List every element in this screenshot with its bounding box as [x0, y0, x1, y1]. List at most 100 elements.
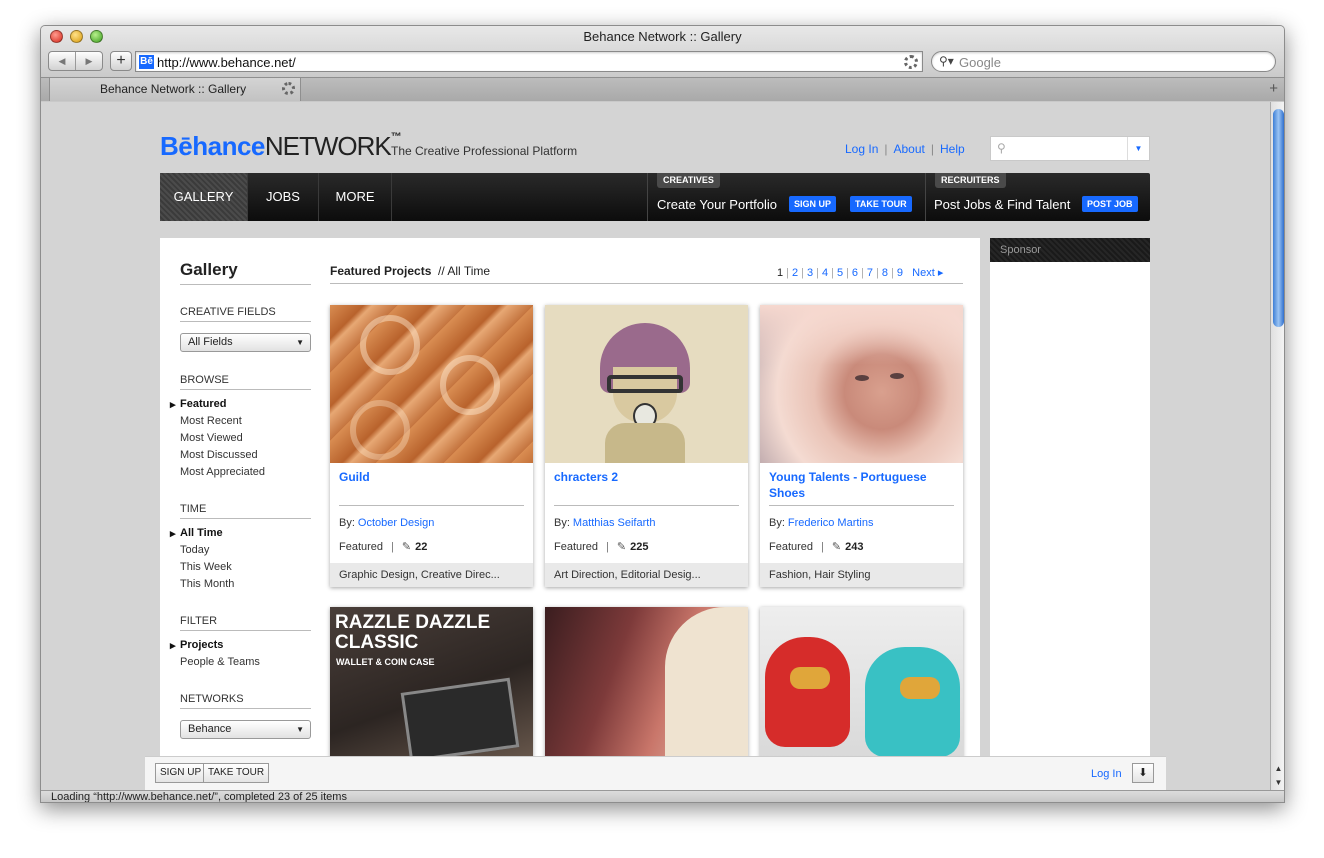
- mask-shape: [900, 677, 940, 699]
- site-tagline: The Creative Professional Platform: [391, 144, 578, 158]
- page-link[interactable]: 4: [822, 267, 828, 279]
- chevron-down-icon[interactable]: ▼: [1127, 137, 1149, 160]
- forward-arrow-icon[interactable]: ▶: [75, 52, 102, 70]
- time-all-time[interactable]: All Time: [170, 527, 222, 540]
- nav-more[interactable]: MORE: [319, 173, 392, 221]
- divider: [339, 505, 524, 506]
- behance-logo[interactable]: BēhanceNETWORK™: [160, 131, 402, 162]
- scroll-arrows[interactable]: ▲ ▼: [1271, 762, 1284, 790]
- appreciate-icon: ✎: [401, 541, 412, 553]
- browse-most-recent[interactable]: Most Recent: [180, 415, 242, 427]
- new-tab-button[interactable]: +: [1269, 80, 1278, 97]
- google-search-field[interactable]: ⚲▾ Google: [931, 51, 1276, 72]
- bottom-login-link[interactable]: Log In: [1091, 768, 1122, 780]
- nav-divider: [647, 173, 648, 221]
- back-arrow-icon[interactable]: ◀: [49, 52, 75, 70]
- red-toy-shape: [765, 637, 850, 747]
- take-tour-button[interactable]: TAKE TOUR: [850, 196, 912, 212]
- chevron-down-icon: ▼: [296, 338, 304, 347]
- networks-select[interactable]: Behance ▼: [180, 720, 311, 739]
- project-stats: Featured | ✎ 22: [339, 540, 427, 553]
- browse-featured[interactable]: Featured: [170, 398, 227, 411]
- project-card[interactable]: [545, 607, 748, 767]
- next-page-link[interactable]: Next ▸: [912, 267, 943, 279]
- divider: [180, 630, 311, 631]
- browse-most-appreciated[interactable]: Most Appreciated: [180, 466, 265, 478]
- search-placeholder[interactable]: Google: [959, 55, 1001, 70]
- time-heading: TIME: [180, 503, 207, 515]
- appreciation-count: 225: [630, 541, 649, 553]
- glasses-shape: [607, 375, 683, 393]
- page-link[interactable]: 3: [807, 267, 813, 279]
- nav-gallery[interactable]: GALLERY: [160, 173, 248, 221]
- author-link[interactable]: Matthias Seifarth: [573, 517, 656, 529]
- address-bar[interactable]: Bē http://www.behance.net/: [135, 51, 923, 72]
- creatives-tag: CREATIVES: [657, 173, 720, 188]
- project-fields: Graphic Design, Creative Direc...: [330, 563, 533, 587]
- project-thumbnail[interactable]: [760, 305, 963, 463]
- divider: |: [861, 267, 864, 279]
- project-thumbnail[interactable]: [545, 305, 748, 463]
- project-thumbnail[interactable]: [545, 607, 748, 765]
- project-thumbnail[interactable]: [330, 305, 533, 463]
- tab-behance[interactable]: Behance Network :: Gallery: [49, 78, 301, 101]
- project-thumbnail[interactable]: [760, 607, 963, 765]
- url-text[interactable]: http://www.behance.net/: [157, 55, 296, 70]
- eye-shape: [890, 373, 904, 379]
- site-search-input[interactable]: ⚲ ▼: [990, 136, 1150, 161]
- signup-button[interactable]: SIGN UP: [789, 196, 837, 212]
- project-card[interactable]: Young Talents - Portuguese Shoes By: Fred…: [760, 305, 963, 587]
- loading-spinner-icon: [904, 55, 918, 69]
- bottom-bar: SIGN UP TAKE TOUR Log In ⬇: [145, 756, 1166, 790]
- divider: [180, 518, 311, 519]
- download-icon[interactable]: ⬇: [1132, 763, 1154, 783]
- creative-fields-select[interactable]: All Fields ▼: [180, 333, 311, 352]
- project-card[interactable]: Guild By: October Design Featured | ✎ 22 Gra…: [330, 305, 533, 587]
- time-this-week[interactable]: This Week: [180, 561, 232, 573]
- bottom-take-tour-button[interactable]: TAKE TOUR: [203, 763, 270, 783]
- add-bookmark-button[interactable]: +: [110, 51, 132, 71]
- browse-heading: BROWSE: [180, 374, 229, 386]
- help-link[interactable]: Help: [940, 142, 965, 156]
- browse-most-viewed[interactable]: Most Viewed: [180, 432, 243, 444]
- tab-bar: Behance Network :: Gallery +: [41, 77, 1284, 101]
- filter-projects[interactable]: Projects: [170, 639, 224, 652]
- time-this-month[interactable]: This Month: [180, 578, 234, 590]
- project-card[interactable]: RAZZLE DAZZLE CLASSIC WALLET & COIN CASE: [330, 607, 533, 767]
- scrollbar-thumb[interactable]: [1273, 109, 1284, 327]
- divider: |: [786, 267, 789, 279]
- time-today[interactable]: Today: [180, 544, 209, 556]
- page-link[interactable]: 9: [897, 267, 903, 279]
- main-nav: GALLERY JOBS MORE CREATIVES Create Your …: [160, 173, 1150, 221]
- project-thumbnail[interactable]: RAZZLE DAZZLE CLASSIC WALLET & COIN CASE: [330, 607, 533, 765]
- project-title-link[interactable]: Young Talents - Portuguese Shoes: [769, 469, 954, 501]
- filter-people-teams[interactable]: People & Teams: [180, 656, 260, 668]
- vertical-scrollbar[interactable]: ▲ ▼: [1270, 102, 1284, 790]
- author-link[interactable]: October Design: [358, 517, 434, 529]
- bottom-signup-button[interactable]: SIGN UP: [155, 763, 207, 783]
- page-link[interactable]: 7: [867, 267, 873, 279]
- page-link[interactable]: 5: [837, 267, 843, 279]
- page-link[interactable]: 8: [882, 267, 888, 279]
- page-link[interactable]: 2: [792, 267, 798, 279]
- author-link[interactable]: Frederico Martins: [788, 517, 874, 529]
- browse-most-discussed[interactable]: Most Discussed: [180, 449, 258, 461]
- project-card[interactable]: [760, 607, 963, 767]
- nav-jobs[interactable]: JOBS: [248, 173, 319, 221]
- project-title-link[interactable]: Guild: [339, 469, 524, 485]
- poster-subtitle: WALLET & COIN CASE: [336, 657, 435, 667]
- neck-shape: [605, 423, 685, 463]
- about-link[interactable]: About: [894, 142, 925, 156]
- divider: [554, 505, 739, 506]
- appreciation-count: 22: [415, 541, 428, 553]
- divider: [180, 321, 311, 322]
- page-link[interactable]: 1: [777, 267, 783, 279]
- project-title-link[interactable]: chracters 2: [554, 469, 739, 485]
- chevron-down-icon: ▼: [296, 725, 304, 734]
- post-job-button[interactable]: POST JOB: [1082, 196, 1138, 212]
- project-card[interactable]: chracters 2 By: Matthias Seifarth Feature…: [545, 305, 748, 587]
- logo-behance: Bēhance: [160, 131, 265, 161]
- sponsor-panel: Sponsor: [990, 238, 1150, 790]
- page-link[interactable]: 6: [852, 267, 858, 279]
- login-link[interactable]: Log In: [845, 142, 878, 156]
